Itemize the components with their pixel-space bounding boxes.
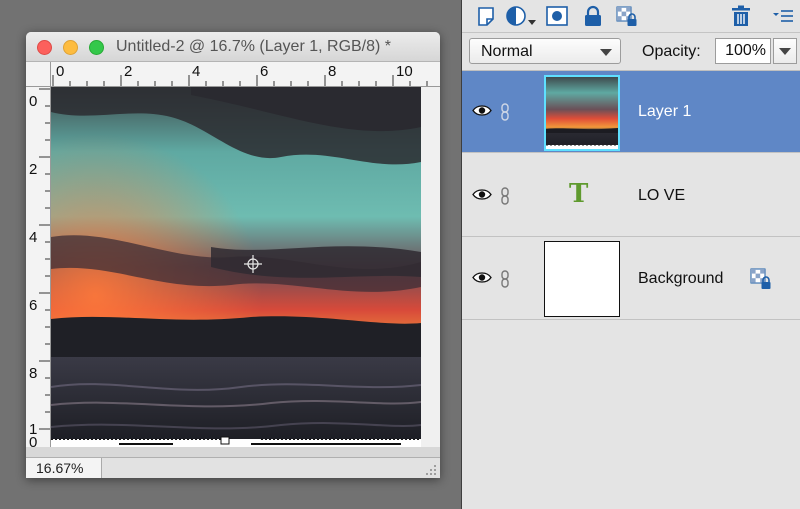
ruler-label: 0 — [29, 93, 38, 110]
layers-panel: Normal Opacity: 100% Layer 1 T LO VE Bac… — [461, 0, 800, 509]
document-statusbar: 16.67% — [26, 457, 440, 478]
horizontal-ruler-ticks — [52, 75, 428, 86]
blend-mode-select[interactable]: Normal — [469, 38, 621, 64]
ruler-origin[interactable] — [26, 62, 51, 87]
link-icon[interactable] — [500, 187, 510, 205]
image-canvas[interactable] — [51, 87, 421, 447]
document-title: Untitled-2 @ 16.7% (Layer 1, RGB/8) * — [116, 38, 392, 55]
ruler-label: 4 — [192, 63, 201, 80]
visibility-eye-icon[interactable] — [472, 271, 492, 284]
panel-menu-icon[interactable] — [770, 4, 796, 28]
opacity-field[interactable]: 100% — [715, 38, 771, 64]
link-icon[interactable] — [500, 103, 510, 121]
transform-handle[interactable] — [220, 436, 230, 445]
ruler-label: 2 — [124, 63, 133, 80]
ruler-label: 8 — [29, 365, 38, 382]
new-layer-icon[interactable] — [474, 4, 500, 28]
chevron-down-icon — [600, 49, 612, 56]
text-layer-icon: T — [569, 179, 589, 209]
visibility-eye-icon[interactable] — [472, 188, 492, 201]
ruler-label: 1 0 — [29, 421, 38, 447]
vertical-ruler-ticks — [39, 88, 50, 430]
vertical-ruler[interactable]: 0 2 4 6 8 1 0 — [26, 87, 51, 447]
zoom-field[interactable]: 16.67% — [26, 458, 102, 478]
vertical-scrollbar[interactable] — [421, 87, 440, 447]
ruler-label: 6 — [260, 63, 269, 80]
maximize-window-button[interactable] — [89, 40, 104, 55]
ruler-label: 0 — [56, 63, 65, 80]
layer-controls: Normal Opacity: 100% — [462, 33, 800, 71]
visibility-eye-icon[interactable] — [472, 104, 492, 117]
layer-name: Layer 1 — [638, 103, 692, 120]
opacity-label: Opacity: — [642, 43, 701, 60]
ruler-label: 4 — [29, 229, 38, 246]
ruler-label: 2 — [29, 161, 38, 178]
lock-transparency-icon[interactable] — [614, 4, 640, 28]
close-window-button[interactable] — [37, 40, 52, 55]
layer-row-love-text[interactable]: T LO VE — [462, 155, 800, 237]
trash-icon[interactable] — [728, 4, 754, 28]
minimize-window-button[interactable] — [63, 40, 78, 55]
layer-thumbnail — [544, 241, 620, 317]
resize-grip-icon[interactable] — [425, 464, 437, 476]
lock-all-icon[interactable] — [580, 4, 606, 28]
document-window: Untitled-2 @ 16.7% (Layer 1, RGB/8) * 0 … — [26, 32, 440, 478]
layer-row-layer-1[interactable]: Layer 1 — [462, 71, 800, 153]
opacity-dropdown-button[interactable] — [773, 38, 797, 64]
blend-mode-value: Normal — [481, 43, 533, 60]
adjustment-layer-icon[interactable] — [504, 4, 538, 28]
layer-name: LO VE — [638, 187, 686, 204]
sunset-photo — [51, 87, 421, 447]
layer-row-background[interactable]: Background — [462, 238, 800, 320]
layer-thumbnail-image — [546, 77, 618, 149]
ruler-label: 8 — [328, 63, 337, 80]
layer-name: Background — [638, 270, 724, 287]
ruler-label: 10 — [396, 63, 413, 80]
layer-mask-icon[interactable] — [544, 4, 570, 28]
horizontal-ruler[interactable]: 0 2 4 6 8 10 — [51, 62, 440, 87]
layers-toolbar — [462, 0, 800, 33]
layer-thumbnail — [544, 75, 620, 151]
document-titlebar[interactable]: Untitled-2 @ 16.7% (Layer 1, RGB/8) * — [26, 32, 440, 62]
ruler-label: 6 — [29, 297, 38, 314]
lock-transparency-icon — [750, 268, 771, 289]
link-icon[interactable] — [500, 270, 510, 288]
